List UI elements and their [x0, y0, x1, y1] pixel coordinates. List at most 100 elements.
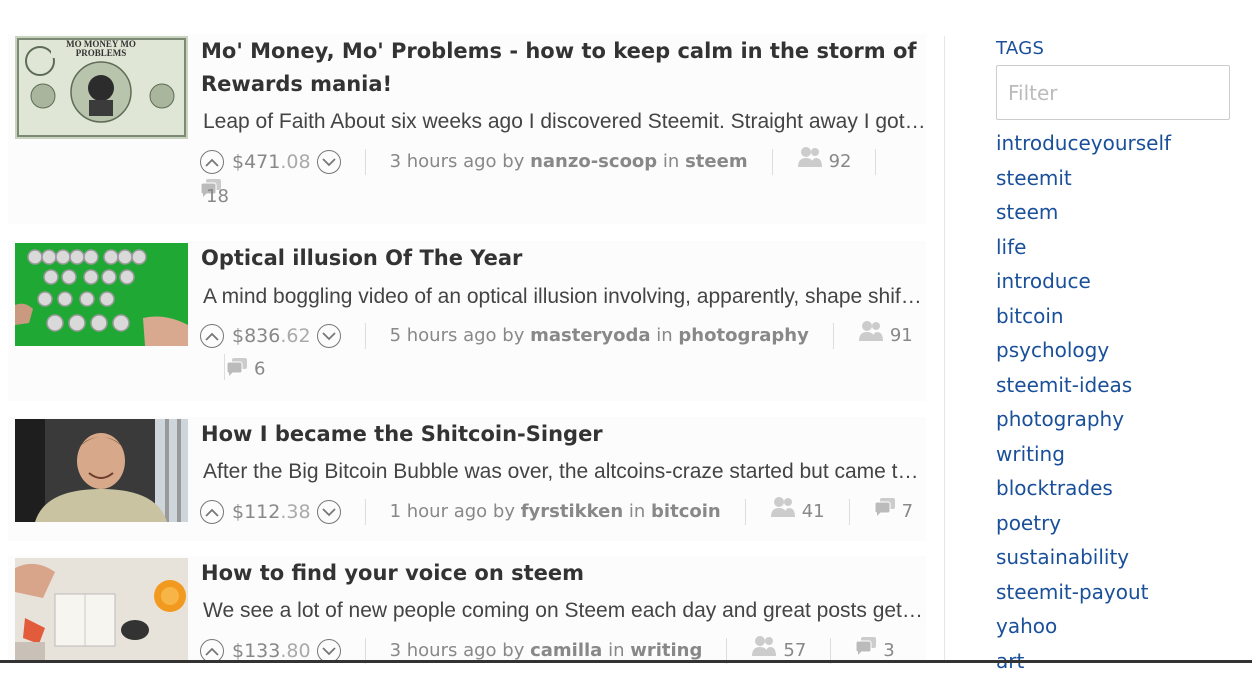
singer-photo-image — [15, 419, 188, 522]
comments-count: 3 — [883, 640, 894, 661]
author-link[interactable]: masteryoda — [530, 325, 650, 346]
post-title[interactable]: Optical illusion Of The Year — [201, 242, 926, 275]
post-title-line[interactable]: How I became the Shitcoin-Singer — [201, 418, 926, 451]
post-summary: How I became the Shitcoin-Singer After t… — [8, 417, 926, 541]
tag-link[interactable]: steemit-ideas — [996, 368, 1232, 403]
tag-link[interactable]: photography — [996, 402, 1232, 437]
tag-link[interactable]: bitcoin — [996, 299, 1232, 334]
post-time[interactable]: 3 hours ago by — [390, 640, 525, 661]
meta-divider — [833, 323, 834, 349]
post-meta: $112.38 1 hour ago by fyrstikken in bitc… — [200, 496, 926, 528]
tag-link[interactable]: yahoo — [996, 609, 1232, 644]
meta-divider — [365, 323, 366, 349]
comment-bubbles-icon — [226, 357, 248, 382]
people-icon — [797, 146, 823, 178]
post-summary: MO MONEY MO PROBLEMS Mo' Money, Mo' Prob… — [8, 34, 926, 224]
meta-divider — [772, 149, 773, 175]
category-link[interactable]: bitcoin — [651, 501, 721, 522]
post-title-line[interactable]: How to find your voice on steem — [201, 557, 926, 590]
category-link[interactable]: writing — [630, 640, 702, 661]
post-summary: How to find your voice on steem We see a… — [8, 556, 926, 663]
payout-value[interactable]: $112.38 — [232, 501, 311, 523]
tag-link[interactable]: blocktrades — [996, 471, 1232, 506]
sidebar-divider — [944, 36, 945, 663]
thumbnail-text: MO MONEY MO PROBLEMS — [51, 40, 151, 58]
in-label: in — [608, 640, 624, 661]
meta-divider — [875, 149, 876, 175]
post-thumbnail[interactable] — [15, 243, 188, 346]
post-meta: $471.08 3 hours ago by nanzo-scoop in st… — [200, 146, 926, 208]
post-meta: $836.62 5 hours ago by masteryoda in pho… — [200, 320, 926, 382]
comments-count: 6 — [254, 359, 265, 380]
payout-cents: .62 — [280, 325, 310, 347]
meta-divider — [849, 499, 850, 525]
payout-cents: .80 — [280, 640, 310, 662]
post-title[interactable]: Mo' Money, Mo' Problems - how to keep ca… — [201, 35, 926, 101]
payout-value[interactable]: $836.62 — [232, 325, 311, 347]
upvote-icon[interactable] — [200, 324, 224, 348]
comments-count-wrap[interactable]: 6 — [226, 357, 265, 382]
post-title[interactable]: How I became the Shitcoin-Singer — [201, 418, 926, 451]
meta-divider — [365, 499, 366, 525]
author-link[interactable]: nanzo-scoop — [530, 151, 657, 172]
payout-main: $836 — [232, 325, 280, 347]
post-title-line[interactable]: Rewards mania! — [201, 68, 926, 101]
upvote-icon[interactable] — [200, 150, 224, 174]
payout-cents: .08 — [280, 151, 310, 173]
post-thumbnail[interactable] — [15, 419, 188, 522]
comments-count[interactable]: 18 — [206, 186, 229, 207]
post-title-line[interactable]: Mo' Money, Mo' Problems - how to keep ca… — [201, 35, 926, 68]
category-link[interactable]: steem — [685, 151, 748, 172]
comments-count: 7 — [902, 501, 913, 522]
tag-link[interactable]: steemit-payout — [996, 575, 1232, 610]
tag-link[interactable]: steemit — [996, 161, 1232, 196]
post-body-preview[interactable]: After the Big Bitcoin Bubble was over, t… — [203, 460, 926, 484]
tag-link[interactable]: sustainability — [996, 540, 1232, 575]
payout-value[interactable]: $133.80 — [232, 640, 311, 662]
tags-heading: TAGS — [996, 38, 1232, 59]
downvote-icon[interactable] — [317, 150, 341, 174]
tag-filter-input[interactable] — [996, 65, 1230, 120]
tag-link[interactable]: poetry — [996, 506, 1232, 541]
meta-divider — [745, 499, 746, 525]
tag-link[interactable]: life — [996, 230, 1232, 265]
tag-link[interactable]: introduce — [996, 264, 1232, 299]
post-title[interactable]: How to find your voice on steem — [201, 557, 926, 590]
tag-link[interactable]: introduceyourself — [996, 126, 1232, 161]
payout-main: $133 — [232, 640, 280, 662]
tags-sidebar: TAGS introduceyourself steemit steem lif… — [996, 38, 1232, 678]
tag-list: introduceyourself steemit steem life int… — [996, 126, 1232, 678]
post-thumbnail[interactable] — [15, 558, 188, 661]
voters-count[interactable]: 91 — [858, 320, 913, 352]
author-link[interactable]: camilla — [530, 640, 602, 661]
post-body-preview[interactable]: A mind boggling video of an optical illu… — [203, 285, 926, 309]
downvote-icon[interactable] — [317, 500, 341, 524]
voters-count[interactable]: 41 — [770, 496, 825, 528]
post-thumbnail[interactable]: MO MONEY MO PROBLEMS — [15, 36, 188, 139]
post-body-preview[interactable]: We see a lot of new people coming on Ste… — [203, 599, 926, 623]
post-time[interactable]: 1 hour ago by — [390, 501, 515, 522]
post-title-line[interactable]: Optical illusion Of The Year — [201, 242, 926, 275]
post-body-preview[interactable]: Leap of Faith About six weeks ago I disc… — [203, 110, 926, 134]
payout-cents: .38 — [280, 501, 310, 523]
people-icon — [858, 320, 884, 352]
downvote-icon[interactable] — [317, 324, 341, 348]
payout-value[interactable]: $471.08 — [232, 151, 311, 173]
author-link[interactable]: fyrstikken — [521, 501, 623, 522]
voters-count[interactable]: 92 — [797, 146, 852, 178]
tag-link[interactable]: steem — [996, 195, 1232, 230]
in-label: in — [663, 151, 679, 172]
comment-bubbles-icon — [874, 497, 896, 527]
post-time[interactable]: 5 hours ago by — [390, 325, 525, 346]
post-time[interactable]: 3 hours ago by — [390, 151, 525, 172]
voters-number: 57 — [783, 640, 806, 661]
comments-count-wrap[interactable]: 7 — [874, 497, 913, 527]
upvote-icon[interactable] — [200, 500, 224, 524]
writing-desk-image — [15, 558, 188, 661]
tag-link[interactable]: writing — [996, 437, 1232, 472]
voters-number: 41 — [802, 501, 825, 522]
people-icon — [770, 496, 796, 528]
category-link[interactable]: photography — [678, 325, 808, 346]
tag-link[interactable]: psychology — [996, 333, 1232, 368]
meta-divider — [224, 354, 225, 380]
